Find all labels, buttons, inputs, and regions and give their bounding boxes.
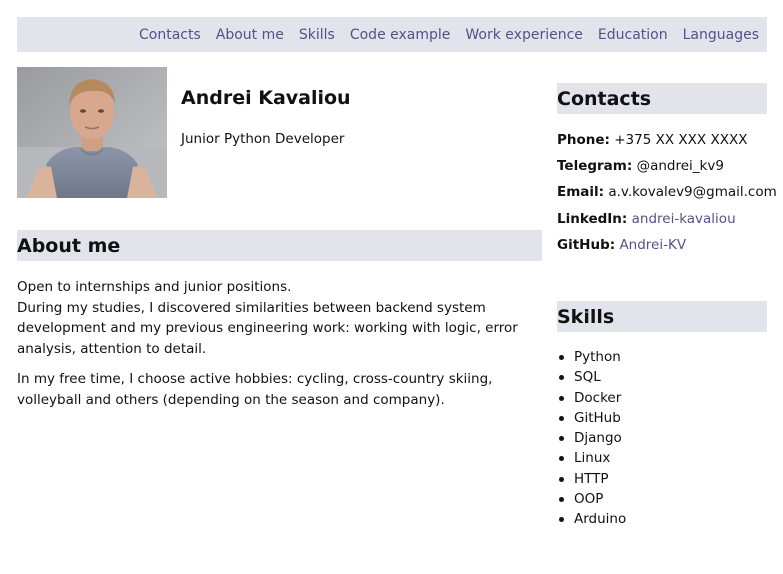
skill-item: Docker (557, 388, 626, 408)
contact-github: GitHub: Andrei-KV (557, 234, 779, 260)
bullet-icon (559, 517, 564, 523)
skills-heading: Skills (557, 301, 767, 332)
contacts-heading: Contacts (557, 83, 767, 114)
bullet-icon (559, 476, 564, 482)
bullet-icon (559, 395, 564, 401)
bullet-icon (559, 415, 564, 421)
github-link[interactable]: Andrei-KV (619, 237, 686, 253)
profile-name: Andrei Kavaliou (181, 87, 351, 109)
skill-item: Linux (557, 448, 626, 468)
skill-item: Django (557, 428, 626, 448)
about-me-text: Open to internships and junior positions… (17, 277, 545, 420)
skill-item: Arduino (557, 509, 626, 529)
skill-label: Docker (574, 389, 622, 406)
skill-item: HTTP (557, 469, 626, 489)
skill-item: GitHub (557, 408, 626, 428)
about-paragraph-2: In my free time, I choose active hobbies… (17, 371, 493, 408)
contact-github-label: GitHub: (557, 236, 616, 253)
skills-list: Python SQL Docker GitHub Django Linux HT… (557, 347, 626, 530)
nav-link-contacts[interactable]: Contacts (139, 27, 201, 43)
contact-phone: Phone: +375 XX XXX XXXX (557, 129, 779, 155)
nav-link-work-experience[interactable]: Work experience (465, 27, 583, 43)
profile-photo-image (17, 67, 167, 198)
skill-item: Python (557, 347, 626, 367)
skill-label: OOP (574, 491, 604, 508)
skill-item: OOP (557, 489, 626, 509)
contact-phone-label: Phone: (557, 132, 610, 148)
about-line-open: Open to internships and junior positions… (17, 279, 292, 295)
about-paragraph-1: Open to internships and junior positions… (17, 277, 545, 359)
contact-linkedin: LinkedIn: andrei-kavaliou (557, 208, 779, 234)
bullet-icon (559, 456, 564, 462)
nav-link-languages[interactable]: Languages (683, 27, 759, 43)
contact-email-value: a.v.kovalev9@gmail.com (608, 184, 777, 201)
skill-label: Linux (574, 450, 611, 467)
linkedin-link[interactable]: andrei-kavaliou (632, 211, 736, 227)
skill-label: Python (574, 349, 621, 365)
about-line-studies: During my studies, I discovered similari… (17, 299, 518, 357)
contacts-list: Phone: +375 XX XXX XXXX Telegram: @andre… (557, 129, 779, 260)
contact-telegram-value: @andrei_kv9 (636, 158, 724, 175)
bullet-icon (559, 436, 564, 442)
nav-link-about-me[interactable]: About me (216, 27, 284, 43)
skill-label: Django (574, 430, 622, 447)
contact-linkedin-label: LinkedIn: (557, 210, 628, 227)
top-navigation: Contacts About me Skills Code example Wo… (17, 17, 767, 52)
profile-position: Junior Python Developer (181, 131, 345, 147)
bullet-icon (559, 375, 564, 381)
skill-label: SQL (574, 369, 601, 386)
skill-item: SQL (557, 367, 626, 387)
contact-telegram-label: Telegram: (557, 158, 633, 175)
skill-label: Arduino (574, 511, 627, 528)
skill-label: GitHub (574, 409, 621, 426)
profile-photo (17, 67, 167, 198)
contact-phone-value: +375 XX XXX XXXX (614, 132, 748, 148)
contact-email-label: Email: (557, 184, 605, 201)
contact-telegram: Telegram: @andrei_kv9 (557, 155, 779, 181)
nav-link-code-example[interactable]: Code example (350, 27, 451, 43)
about-me-heading: About me (17, 230, 542, 261)
bullet-icon (559, 355, 564, 360)
bullet-icon (559, 497, 564, 503)
skill-label: HTTP (574, 470, 609, 487)
nav-link-education[interactable]: Education (598, 27, 668, 43)
contact-email: Email: a.v.kovalev9@gmail.com (557, 181, 779, 207)
nav-link-skills[interactable]: Skills (299, 27, 335, 43)
